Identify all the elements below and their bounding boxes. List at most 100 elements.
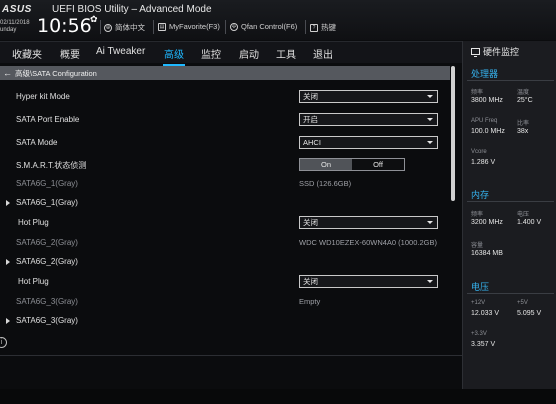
breadcrumb[interactable]: ← 高级\SATA Configuration xyxy=(0,66,450,80)
hot-plug-1-select[interactable]: 关闭 xyxy=(299,216,438,229)
hw-monitor-title: 硬件监控 xyxy=(471,45,519,58)
mem-freq-label: 频率 xyxy=(471,212,484,218)
tab-exit[interactable]: 退出 xyxy=(313,46,333,61)
port-device: SSD (126.6GB) xyxy=(299,179,352,188)
hyper-kit-select[interactable]: 关闭 xyxy=(299,90,438,103)
header-divider xyxy=(100,20,101,34)
setting-row-sata-mode: SATA Mode AHCI xyxy=(0,135,450,153)
info-icon: i xyxy=(0,337,7,348)
mem-volt-value: 1.400 V xyxy=(517,219,542,226)
cpu-temp-value: 25°C xyxy=(517,97,533,104)
toggle-on[interactable]: On xyxy=(300,159,352,170)
divider xyxy=(0,355,462,356)
main-menu-bar: 收藏夹 概要 Ai Tweaker 高级 监控 启动 工具 退出 xyxy=(0,41,462,66)
setting-row-sata6g-1-info: SATA6G_1(Gray) SSD (126.6GB) xyxy=(0,176,450,194)
tab-tool[interactable]: 工具 xyxy=(276,46,296,61)
clock-time: 10:56 xyxy=(37,15,92,37)
qfan-control-button[interactable]: ✣ Qfan Control(F6) xyxy=(230,22,297,31)
hardware-monitor-panel: 硬件监控 处理器 频率 温度 3800 MHz 25°C APU Freq 比率… xyxy=(462,41,556,389)
sata-mode-select[interactable]: AHCI xyxy=(299,136,438,149)
chevron-down-icon xyxy=(427,141,433,144)
settings-list: Hyper kit Mode 关闭 SATA Port Enable 开启 SA… xyxy=(0,82,450,336)
select-value: 开启 xyxy=(303,115,318,124)
breadcrumb-path: 高级\SATA Configuration xyxy=(15,69,97,78)
gear-icon[interactable]: ✿ xyxy=(90,14,98,25)
expand-arrow-icon xyxy=(6,259,10,265)
tab-advanced[interactable]: 高级 xyxy=(163,46,185,66)
vcore-label: Vcore xyxy=(471,149,487,155)
port-device: Empty xyxy=(299,297,321,306)
setting-row-hot-plug-1: Hot Plug 关闭 xyxy=(0,215,450,233)
cpu-section-title: 处理器 xyxy=(471,69,499,79)
chevron-down-icon xyxy=(427,95,433,98)
tab-monitor[interactable]: 监控 xyxy=(201,46,221,61)
apu-freq-value: 100.0 MHz xyxy=(471,128,505,135)
expand-arrow-icon xyxy=(6,318,10,324)
sata6g-1-expand-item[interactable]: SATA6G_1(Gray) xyxy=(0,195,450,213)
cpu-freq-label: 频率 xyxy=(471,90,484,96)
toggle-off[interactable]: Off xyxy=(352,159,404,170)
back-arrow-icon[interactable]: ← xyxy=(3,68,12,78)
tab-main[interactable]: 概要 xyxy=(60,46,80,61)
date-text: 02/11/2018 xyxy=(0,20,30,26)
expand-label: SATA6G_1(Gray) xyxy=(16,198,78,207)
tab-favorites[interactable]: 收藏夹 xyxy=(12,46,42,61)
header-divider xyxy=(305,20,306,34)
language-button[interactable]: ⊕ 简体中文 xyxy=(104,22,145,33)
sata-port-enable-select[interactable]: 开启 xyxy=(299,113,438,126)
setting-label: Hot Plug xyxy=(18,218,49,227)
select-value: 关闭 xyxy=(303,92,318,101)
scrollbar[interactable] xyxy=(451,66,455,201)
favorite-icon: ▤ xyxy=(158,22,166,31)
setting-row-sata6g-2-info: SATA6G_2(Gray) WDC WD10EZEX-60WN4A0 (100… xyxy=(0,235,450,253)
setting-label: SATA Mode xyxy=(16,138,58,147)
hw-monitor-title-text: 硬件监控 xyxy=(483,47,520,57)
mem-volt-label: 电压 xyxy=(517,212,530,218)
tab-ai-tweaker[interactable]: Ai Tweaker xyxy=(96,46,145,57)
smart-toggle[interactable]: On Off xyxy=(299,158,405,171)
voltage-section-title: 电压 xyxy=(471,282,490,292)
hotkeys-button[interactable]: ? 热键 xyxy=(310,22,336,33)
apu-freq-label: APU Freq xyxy=(471,118,498,124)
sata6g-2-expand-item[interactable]: SATA6G_2(Gray) xyxy=(0,254,450,272)
v33-value: 3.357 V xyxy=(471,341,496,348)
help-icon: ? xyxy=(310,23,318,32)
v33-label: +3.3V xyxy=(471,331,487,337)
v5-value: 5.095 V xyxy=(517,310,542,317)
app-title: UEFI BIOS Utility – Advanced Mode xyxy=(52,4,212,15)
hot-plug-2-select[interactable]: 关闭 xyxy=(299,275,438,288)
cpu-ratio-value: 38x xyxy=(517,128,529,135)
setting-label: SATA Port Enable xyxy=(16,115,80,124)
chevron-down-icon xyxy=(427,118,433,121)
chevron-down-icon xyxy=(427,221,433,224)
port-device: WDC WD10EZEX-60WN4A0 (1000.2GB) xyxy=(299,238,437,247)
expand-arrow-icon xyxy=(6,200,10,206)
myfavorite-button[interactable]: ▤ MyFavorite(F3) xyxy=(158,22,220,31)
cpu-ratio-label: 比率 xyxy=(517,121,530,127)
v12-value: 12.033 V xyxy=(471,310,500,317)
memory-section-title: 内存 xyxy=(471,190,490,200)
setting-row-hyper-kit: Hyper kit Mode 关闭 xyxy=(0,89,450,107)
mem-freq-value: 3200 MHz xyxy=(471,219,503,226)
section-divider xyxy=(467,201,554,202)
chevron-down-icon xyxy=(427,280,433,283)
port-label: SATA6G_3(Gray) xyxy=(16,297,78,306)
mem-cap-label: 容量 xyxy=(471,243,484,249)
top-header: ASUS UEFI BIOS Utility – Advanced Mode 0… xyxy=(0,0,556,40)
footer-bar xyxy=(0,389,556,404)
port-label: SATA6G_1(Gray) xyxy=(16,179,78,188)
mem-cap-value: 16384 MB xyxy=(471,250,503,257)
monitor-icon xyxy=(471,48,480,57)
sata6g-3-expand-item[interactable]: SATA6G_3(Gray) xyxy=(0,313,450,331)
tab-boot[interactable]: 启动 xyxy=(239,46,259,61)
header-divider xyxy=(153,20,154,34)
setting-row-sata6g-3-info: SATA6G_3(Gray) Empty xyxy=(0,294,450,312)
select-value: AHCI xyxy=(303,138,321,147)
setting-row-hot-plug-2: Hot Plug 关闭 xyxy=(0,274,450,292)
fan-icon: ✣ xyxy=(230,22,238,31)
myfavorite-label: MyFavorite(F3) xyxy=(169,22,220,31)
hotkeys-label: 热键 xyxy=(321,23,336,32)
cpu-temp-label: 温度 xyxy=(517,90,530,96)
section-divider xyxy=(467,293,554,294)
select-value: 关闭 xyxy=(303,277,318,286)
